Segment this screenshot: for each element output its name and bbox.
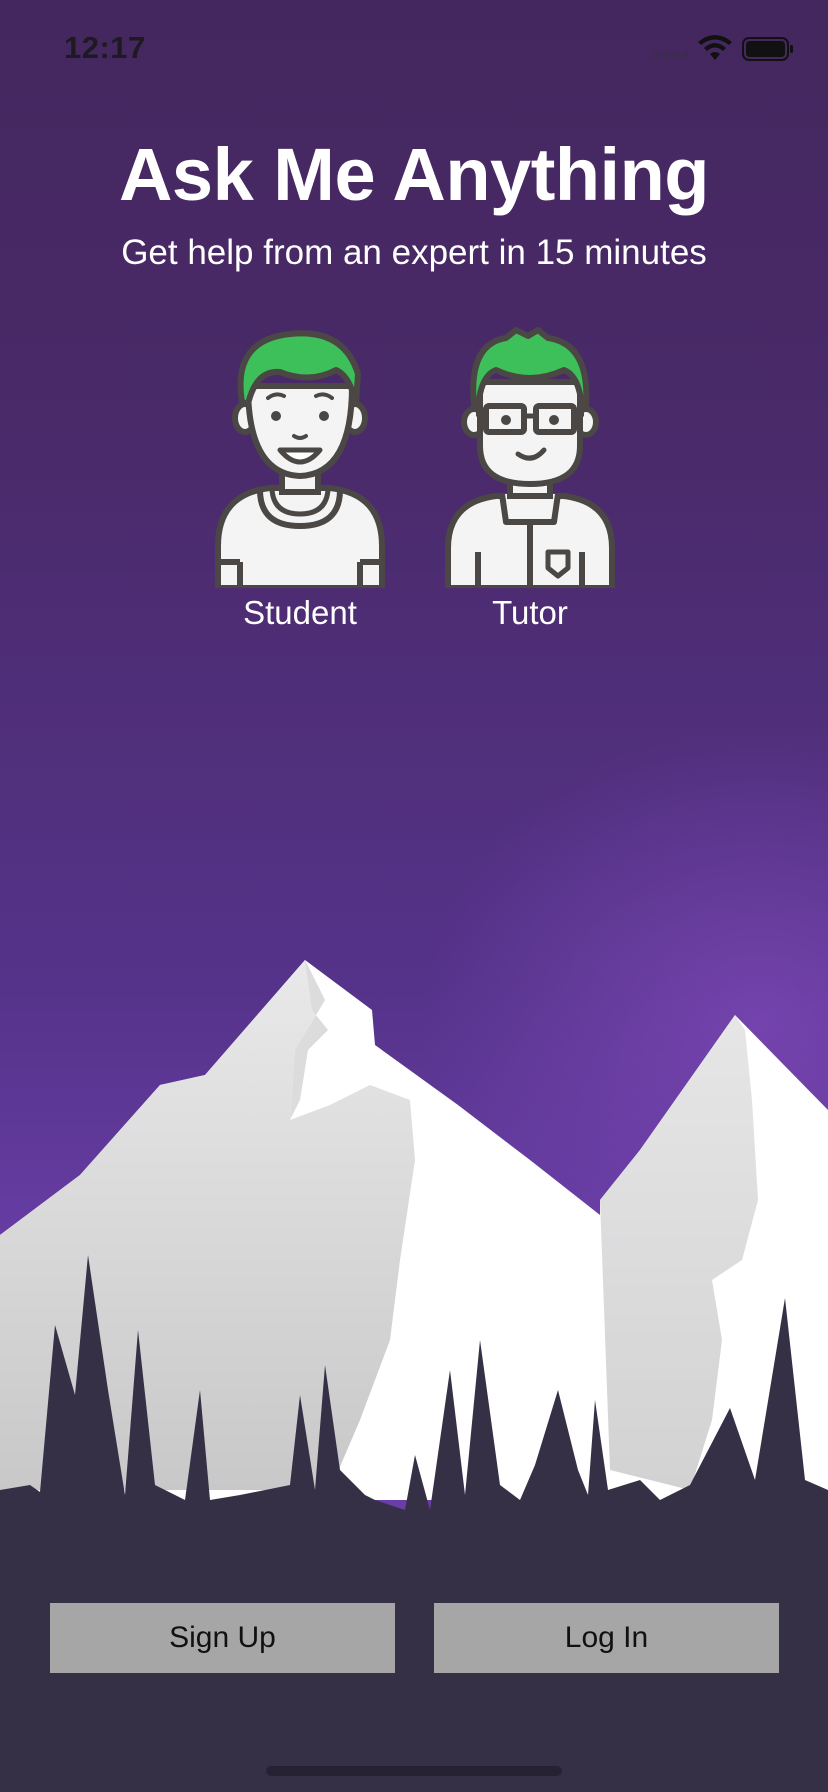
tutor-avatar-icon	[445, 327, 615, 588]
status-bar: 12:17	[0, 0, 828, 96]
role-student[interactable]: Student	[200, 326, 400, 646]
home-indicator[interactable]	[266, 1766, 562, 1776]
app-subtitle: Get help from an expert in 15 minutes	[121, 233, 707, 272]
role-label-tutor: Tutor	[492, 594, 568, 631]
app-title: Ask Me Anything	[118, 133, 710, 216]
sign-up-button[interactable]: Sign Up	[50, 1603, 395, 1673]
role-label-student: Student	[243, 594, 357, 631]
wifi-icon	[698, 35, 732, 60]
student-avatar-icon	[215, 330, 385, 588]
signal-icon	[652, 51, 690, 59]
battery-icon	[742, 37, 793, 61]
welcome-screen: 12:17 Ask Me Anything Get help from an e…	[0, 0, 828, 1792]
role-tutor[interactable]: Tutor	[430, 326, 630, 646]
status-time: 12:17	[64, 30, 146, 65]
log-in-button[interactable]: Log In	[434, 1603, 779, 1673]
